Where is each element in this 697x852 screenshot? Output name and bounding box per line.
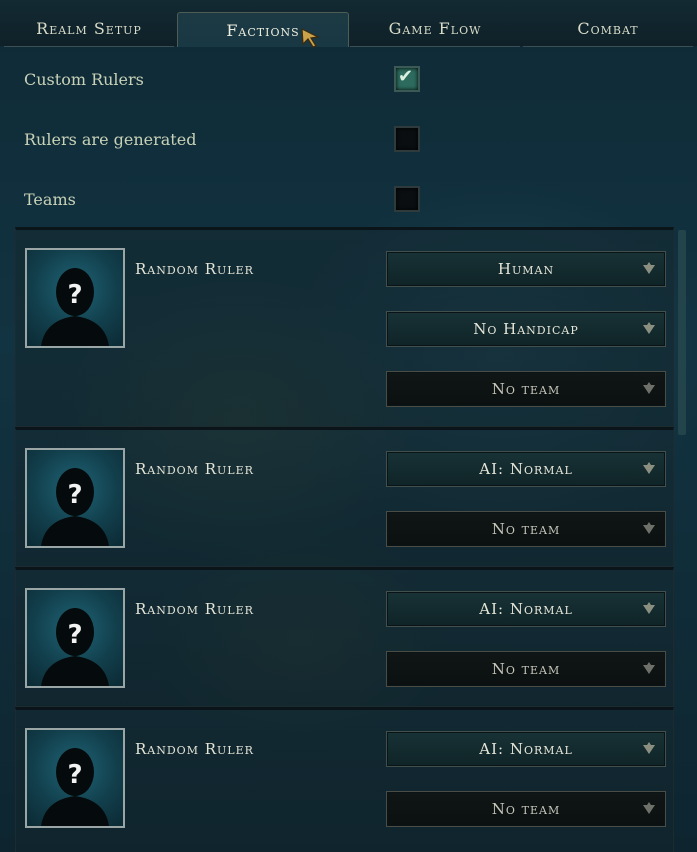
- avatar[interactable]: ?: [25, 448, 125, 548]
- checkmark-icon: ✔: [398, 66, 414, 87]
- ruler-card: ? Random Ruler AI: Normal No team: [15, 427, 674, 567]
- team-dropdown[interactable]: No team: [386, 651, 666, 687]
- chevron-down-icon: [643, 802, 655, 814]
- control-dropdown[interactable]: AI: Normal: [386, 731, 666, 767]
- tab-factions[interactable]: Factions: [177, 12, 349, 48]
- avatar[interactable]: ?: [25, 588, 125, 688]
- chevron-down-icon: [643, 662, 655, 674]
- avatar[interactable]: ?: [25, 248, 125, 348]
- svg-text:?: ?: [67, 480, 82, 510]
- team-dropdown[interactable]: No team: [386, 371, 666, 407]
- dropdown-value: No team: [491, 800, 561, 818]
- ruler-card: ? Random Ruler AI: Normal No team: [15, 567, 674, 707]
- tab-label: Realm Setup: [36, 18, 142, 38]
- tab-game-flow[interactable]: Game Flow: [350, 10, 520, 47]
- team-dropdown[interactable]: No team: [386, 791, 666, 827]
- custom-rulers-checkbox[interactable]: ✔: [394, 66, 420, 92]
- option-label: Rulers are generated: [24, 130, 197, 149]
- tab-realm-setup[interactable]: Realm Setup: [4, 10, 174, 47]
- team-dropdown[interactable]: No team: [386, 511, 666, 547]
- dropdown-value: No team: [491, 380, 561, 398]
- dropdown-value: AI: Normal: [479, 600, 573, 618]
- svg-text:?: ?: [67, 620, 82, 650]
- tab-label: Game Flow: [388, 18, 482, 38]
- chevron-down-icon: [643, 742, 655, 754]
- question-silhouette-icon: ?: [41, 748, 109, 826]
- ruler-list: ? Random Ruler Human No Handicap No team: [15, 227, 675, 852]
- game-setup-window: Realm Setup Factions Game Flow Combat Cu…: [0, 0, 697, 852]
- option-teams: Teams: [24, 186, 444, 216]
- control-dropdown[interactable]: AI: Normal: [386, 591, 666, 627]
- dropdown-value: AI: Normal: [479, 460, 573, 478]
- ruler-name: Random Ruler: [135, 260, 254, 278]
- question-silhouette-icon: ?: [41, 468, 109, 546]
- avatar[interactable]: ?: [25, 728, 125, 828]
- ruler-name: Random Ruler: [135, 740, 254, 758]
- chevron-down-icon: [643, 262, 655, 274]
- mouse-pointer-icon: [301, 27, 320, 48]
- option-label: Custom Rulers: [24, 70, 144, 89]
- option-rulers-generated: Rulers are generated: [24, 126, 444, 156]
- dropdown-value: No Handicap: [473, 320, 579, 338]
- control-dropdown[interactable]: AI: Normal: [386, 451, 666, 487]
- tab-label: Combat: [577, 18, 639, 38]
- tab-bar: Realm Setup Factions Game Flow Combat: [0, 0, 697, 48]
- chevron-down-icon: [643, 382, 655, 394]
- ruler-card: ? Random Ruler Human No Handicap No team: [15, 227, 674, 427]
- svg-text:?: ?: [67, 760, 82, 790]
- ruler-card: ? Random Ruler AI: Normal No team: [15, 707, 674, 852]
- question-silhouette-icon: ?: [41, 268, 109, 346]
- teams-checkbox[interactable]: [394, 186, 420, 212]
- chevron-down-icon: [643, 602, 655, 614]
- rulers-generated-checkbox[interactable]: [394, 126, 420, 152]
- handicap-dropdown[interactable]: No Handicap: [386, 311, 666, 347]
- list-scrollbar[interactable]: [678, 230, 686, 435]
- ruler-name: Random Ruler: [135, 460, 254, 478]
- dropdown-value: Human: [497, 260, 555, 278]
- dropdown-value: AI: Normal: [479, 740, 573, 758]
- chevron-down-icon: [643, 322, 655, 334]
- question-silhouette-icon: ?: [41, 608, 109, 686]
- dropdown-value: No team: [491, 520, 561, 538]
- dropdown-value: No team: [491, 660, 561, 678]
- option-custom-rulers: Custom Rulers ✔: [24, 66, 444, 96]
- ruler-name: Random Ruler: [135, 600, 254, 618]
- svg-text:?: ?: [67, 280, 82, 310]
- tab-combat[interactable]: Combat: [523, 10, 693, 47]
- chevron-down-icon: [643, 462, 655, 474]
- chevron-down-icon: [643, 522, 655, 534]
- tab-label: Factions: [226, 20, 300, 40]
- control-dropdown[interactable]: Human: [386, 251, 666, 287]
- option-label: Teams: [24, 190, 76, 209]
